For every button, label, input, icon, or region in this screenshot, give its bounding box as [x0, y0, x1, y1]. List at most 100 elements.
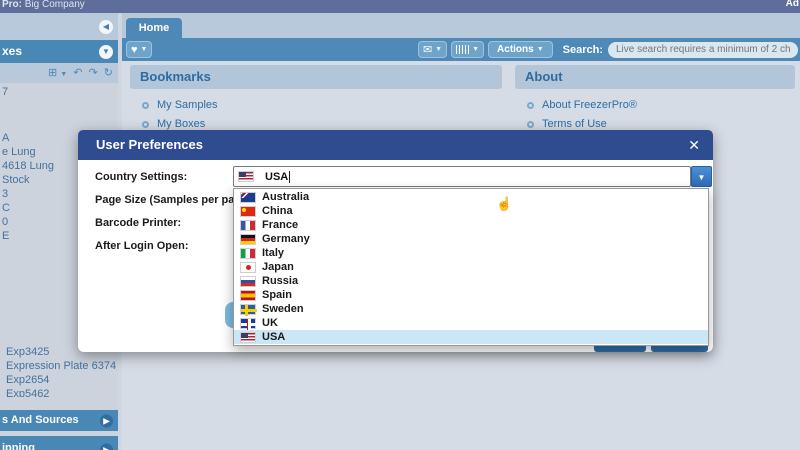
dropdown-option-france[interactable]: France	[234, 218, 708, 232]
sidebar-toolbar: ⊞▼ ↶ ↷ ↻	[0, 63, 118, 83]
envelope-icon: ✉	[423, 43, 432, 56]
sidebar-section-samples-and-sources[interactable]: s And Sources ▶	[0, 410, 118, 431]
chevron-down-icon: ▼	[537, 46, 544, 53]
dropdown-option-germany[interactable]: Germany	[234, 232, 708, 246]
dropdown-option-usa[interactable]: USA	[234, 330, 708, 344]
option-label: France	[262, 219, 298, 231]
sidebar-section-shipping[interactable]: ipping ▶	[0, 436, 118, 450]
flag-sweden-icon	[240, 304, 256, 315]
country-settings-input[interactable]: USA	[233, 166, 691, 187]
flag-australia-icon	[240, 192, 256, 203]
dropdown-option-china[interactable]: China	[234, 204, 708, 218]
tree-item[interactable]: Expression Plate 6374	[0, 359, 118, 373]
sidebar-top-strip: ◀	[0, 13, 118, 40]
app-brand-rest: Big Company	[22, 0, 85, 10]
move-right-icon[interactable]: ↷	[89, 67, 98, 79]
dropdown-option-russia[interactable]: Russia	[234, 274, 708, 288]
sidebar-panel-header[interactable]: xes ▼	[0, 40, 118, 63]
heart-icon: ♥	[131, 44, 138, 56]
flag-germany-icon	[240, 234, 256, 245]
close-icon[interactable]: ✕	[688, 130, 700, 160]
collapse-sidebar-icon[interactable]: ◀	[99, 20, 113, 34]
favorites-button[interactable]: ♥▼	[126, 41, 152, 58]
dialog-header[interactable]: User Preferences ✕	[78, 130, 713, 160]
text-caret	[289, 171, 290, 183]
tab-home[interactable]: Home	[126, 18, 182, 38]
option-label: Spain	[262, 289, 292, 301]
tree-item[interactable]: Exp5462	[0, 387, 118, 397]
country-settings-label: Country Settings:	[95, 171, 187, 183]
link-label: My Samples	[157, 99, 218, 111]
flag-japan-icon	[240, 262, 256, 273]
dropdown-option-japan[interactable]: Japan	[234, 260, 708, 274]
bookmarks-panel-header: Bookmarks	[130, 65, 502, 89]
option-label: UK	[262, 317, 278, 329]
mouse-cursor: ☝	[496, 196, 512, 212]
search-label: Search:	[563, 44, 603, 56]
link-about-freezerpro[interactable]: About FreezerPro®	[527, 99, 795, 111]
actions-label: Actions	[497, 44, 534, 55]
main-toolbar: ♥▼ ✉▼ ▼ Actions▼ Search:	[122, 38, 800, 61]
mail-button[interactable]: ✉▼	[418, 41, 447, 58]
dropdown-option-sweden[interactable]: Sweden	[234, 302, 708, 316]
option-label: Japan	[262, 261, 294, 273]
tree-item[interactable]: 7	[0, 85, 118, 99]
app-brand-bold: Pro:	[2, 0, 22, 10]
bullet-icon	[527, 102, 534, 109]
flag-uk-icon	[240, 318, 256, 329]
link-terms-of-use[interactable]: Terms of Use	[527, 118, 795, 130]
actions-button[interactable]: Actions▼	[488, 41, 553, 58]
section-label: ipping	[2, 442, 35, 450]
chevron-down-icon[interactable]: ▼	[60, 71, 67, 78]
option-label: Sweden	[262, 303, 304, 315]
bullet-icon	[527, 121, 534, 128]
expand-section-icon[interactable]: ▶	[100, 443, 113, 450]
refresh-icon[interactable]: ↻	[104, 67, 113, 79]
dropdown-option-italy[interactable]: Italy	[234, 246, 708, 260]
dropdown-option-australia[interactable]: Australia	[234, 190, 708, 204]
link-my-samples[interactable]: My Samples	[142, 99, 502, 111]
expand-section-icon[interactable]: ▶	[100, 414, 113, 427]
flag-russia-icon	[240, 276, 256, 287]
barcode-button[interactable]: ▼	[451, 41, 484, 58]
tree-item[interactable]: Exp2654	[0, 373, 118, 387]
flag-usa-icon	[240, 332, 256, 343]
bookmarks-panel: Bookmarks My Samples My Boxes	[130, 65, 502, 137]
link-label: About FreezerPro®	[542, 99, 637, 111]
country-dropdown-button[interactable]: ▼	[691, 166, 712, 187]
app-brand: Pro: Big Company	[2, 0, 85, 10]
option-label: China	[262, 205, 293, 217]
dropdown-option-spain[interactable]: Spain	[234, 288, 708, 302]
tab-strip: Home	[122, 13, 800, 38]
link-my-boxes[interactable]: My Boxes	[142, 118, 502, 130]
flag-spain-icon	[240, 290, 256, 301]
bullet-icon	[142, 121, 149, 128]
option-label: USA	[262, 331, 285, 343]
flag-china-icon	[240, 206, 256, 217]
flag-italy-icon	[240, 248, 256, 259]
option-label: Australia	[262, 191, 309, 203]
barcode-icon	[456, 45, 469, 54]
panel-collapse-icon[interactable]: ▼	[99, 45, 113, 59]
about-panel: About About FreezerPro® Terms of Use	[515, 65, 795, 137]
chevron-down-icon: ▼	[435, 46, 442, 53]
section-label: s And Sources	[2, 414, 79, 426]
about-panel-header: About	[515, 65, 795, 89]
dialog-title: User Preferences	[96, 130, 203, 160]
bullet-icon	[142, 102, 149, 109]
chevron-down-icon: ▼	[141, 46, 148, 53]
country-value: USA	[265, 171, 288, 183]
search-input[interactable]	[608, 42, 798, 58]
user-preferences-dialog: User Preferences ✕ Country Settings: Pag…	[78, 130, 713, 352]
sidebar-panel-title: xes	[2, 44, 22, 58]
dropdown-option-uk[interactable]: UK	[234, 316, 708, 330]
page-size-label: Page Size (Samples per page):	[95, 194, 255, 206]
flag-france-icon	[240, 220, 256, 231]
chevron-down-icon: ▼	[472, 46, 479, 53]
link-label: Terms of Use	[542, 118, 607, 130]
flag-usa-icon	[238, 171, 254, 182]
after-login-open-label: After Login Open:	[95, 240, 189, 252]
move-left-icon[interactable]: ↶	[73, 67, 82, 79]
add-box-icon[interactable]: ⊞	[48, 67, 57, 79]
barcode-printer-label: Barcode Printer:	[95, 217, 181, 229]
